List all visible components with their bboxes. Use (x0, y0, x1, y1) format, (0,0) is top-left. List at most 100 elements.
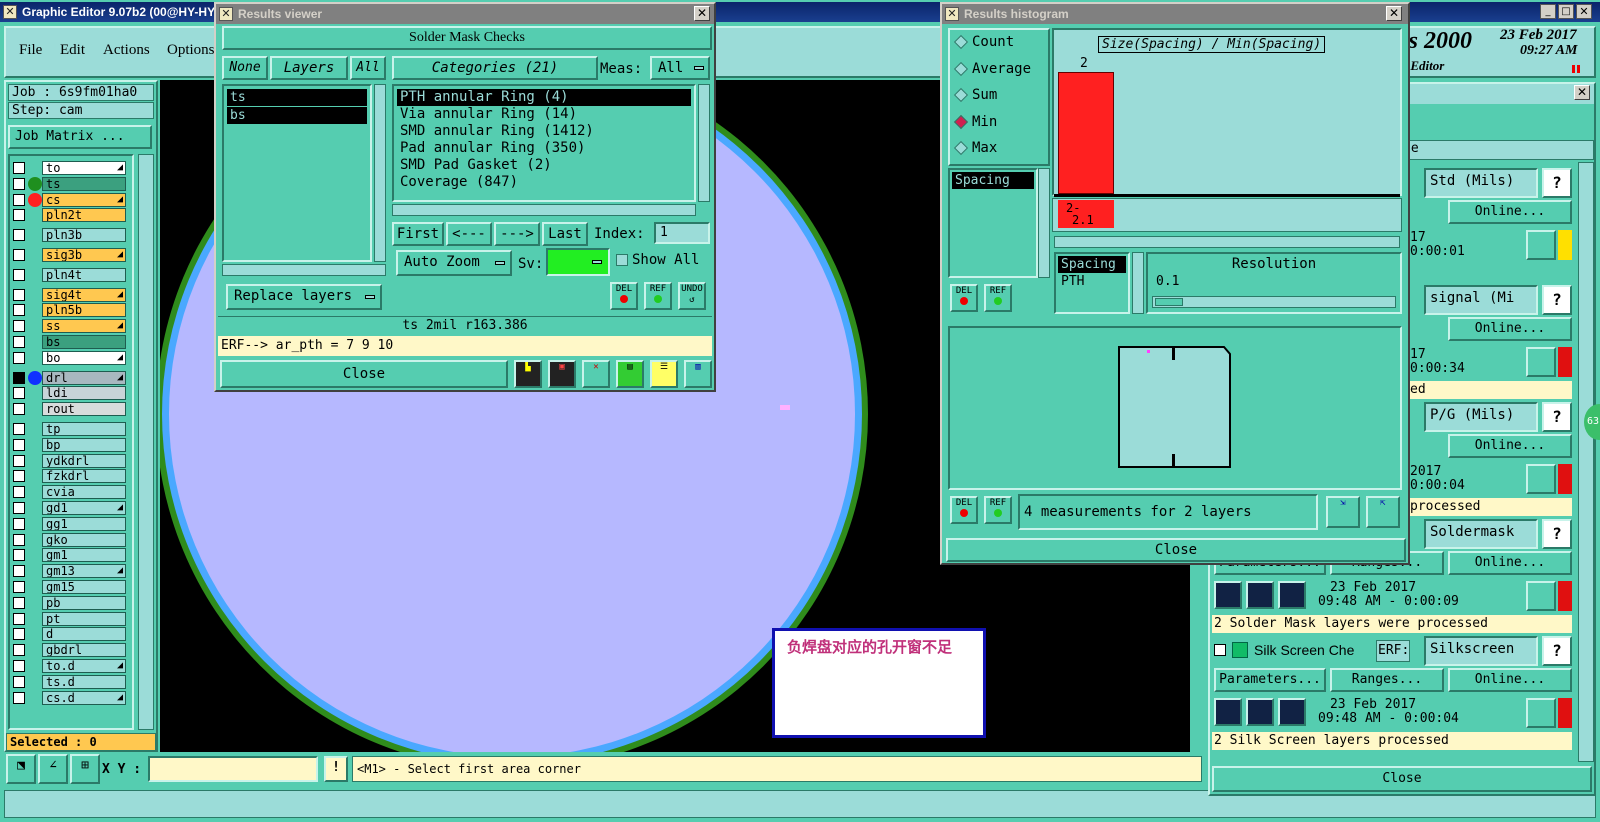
rv-undo-icon[interactable]: UNDO ↺ (678, 282, 706, 310)
run-icon[interactable] (1214, 581, 1242, 609)
hist-option-label[interactable]: Max (972, 140, 997, 156)
hist-ref-icon-2[interactable]: REF (984, 496, 1012, 524)
rv-tool-icon-3[interactable]: ✕ (582, 360, 610, 388)
layer-checkbox[interactable] (13, 581, 25, 593)
grid-icon[interactable]: ⊞ (70, 754, 100, 784)
rv-close-button[interactable]: Close (220, 360, 508, 388)
zoom-results-icon[interactable] (1526, 230, 1556, 260)
hist-import-icon[interactable]: ⇱ (1366, 496, 1400, 528)
checklist-close-button[interactable]: Close (1212, 766, 1592, 792)
help-icon[interactable]: ? (1542, 636, 1572, 666)
hist-resolution-slider[interactable] (1152, 296, 1396, 308)
run-icon[interactable] (1214, 698, 1242, 726)
hist-close-button[interactable]: Close (946, 538, 1406, 562)
layer-item[interactable]: bo (42, 350, 126, 365)
layer-item[interactable]: pln5b (42, 303, 126, 318)
hist-meas2-item[interactable]: PTH (1058, 273, 1126, 290)
help-icon[interactable]: ? (1542, 402, 1572, 432)
online-button[interactable]: Online... (1448, 668, 1572, 692)
hist-option-label[interactable]: Average (972, 61, 1031, 77)
layer-item[interactable]: to (42, 161, 126, 175)
hist-option-label[interactable]: Sum (972, 87, 997, 103)
menu-edit[interactable]: Edit (60, 42, 85, 59)
hist-bar[interactable] (1058, 72, 1114, 194)
hist-range-box[interactable]: 2- 2.1 (1058, 200, 1114, 228)
layer-item[interactable]: gm1 (42, 548, 126, 563)
hist-resolution-slider-thumb[interactable] (1155, 298, 1183, 306)
histogram-title-bar[interactable]: ✕ Results histogram (942, 4, 1408, 24)
rv-histogram-icon[interactable]: ▥ (684, 360, 712, 388)
layer-item[interactable]: gg1 (42, 516, 126, 531)
layer-item[interactable]: gm13 (42, 564, 126, 579)
rv-category-item[interactable]: SMD Pad Gasket (2) (397, 157, 691, 174)
layer-item[interactable]: fzkdrl (42, 469, 126, 484)
rv-category-item[interactable]: Pad annular Ring (350) (397, 140, 691, 157)
checklist-scrollbar[interactable] (1578, 162, 1594, 762)
layer-checkbox[interactable] (13, 387, 25, 400)
help-icon[interactable]: ? (1542, 285, 1572, 315)
erf-field[interactable]: P/G (Mils) (1424, 402, 1538, 432)
layer-item[interactable]: d (42, 627, 126, 642)
erf-field[interactable]: Soldermask (1424, 519, 1538, 549)
checklist-close-icon[interactable]: ✕ (1574, 85, 1590, 100)
rv-auto-zoom-button[interactable]: Auto Zoom (396, 250, 512, 276)
erf-field[interactable]: Std (Mils) (1424, 168, 1538, 198)
layer-item[interactable]: drl (42, 370, 126, 385)
zoom-area-icon[interactable]: ⬔ (6, 754, 36, 784)
hist-option-label[interactable]: Count (972, 34, 1014, 50)
hist-close-icon[interactable]: ✕ (1386, 6, 1402, 21)
layer-checkbox[interactable] (13, 517, 25, 530)
layer-checkbox[interactable] (13, 549, 25, 562)
layer-checkbox[interactable] (13, 612, 25, 625)
layer-checkbox[interactable] (13, 351, 25, 364)
layer-checkbox[interactable] (13, 268, 25, 281)
layer-item[interactable]: rout (42, 402, 126, 417)
hist-meas-list-2[interactable]: Spacing PTH (1054, 252, 1130, 314)
layer-item[interactable]: bp (42, 437, 126, 452)
layer-checkbox[interactable] (13, 193, 25, 206)
layer-item[interactable]: ldi (42, 386, 126, 401)
layer-item[interactable]: pt (42, 611, 126, 626)
rv-index-input[interactable]: 1 (654, 222, 710, 244)
layer-item[interactable]: sig4t (42, 287, 126, 302)
layer-item[interactable]: ts (42, 176, 126, 191)
hist-del-icon[interactable]: DEL (950, 284, 978, 312)
layer-checkbox[interactable] (13, 371, 25, 384)
layer-item[interactable]: sig3b (42, 248, 126, 262)
layer-checkbox[interactable] (13, 533, 25, 546)
rv-category-item[interactable]: PTH annular Ring (4) (397, 89, 691, 106)
layer-item[interactable]: bs (42, 335, 126, 349)
layer-checkbox[interactable] (13, 162, 25, 174)
rv-prev-button[interactable]: <--- (446, 222, 492, 246)
layer-item[interactable]: pln3b (42, 228, 126, 243)
run-icon[interactable] (1278, 581, 1306, 609)
run-icon[interactable] (1246, 581, 1274, 609)
alert-icon[interactable]: ! (324, 756, 348, 782)
hist-measure-vscroll[interactable] (1038, 168, 1050, 278)
rv-none-button[interactable]: None (222, 56, 268, 80)
help-icon[interactable]: ? (1542, 519, 1572, 549)
layer-checkbox[interactable] (13, 304, 25, 317)
layer-item[interactable]: pln2t (42, 208, 126, 223)
online-button[interactable]: Online... (1448, 434, 1572, 458)
hist-ref-icon[interactable]: REF (984, 284, 1012, 312)
rv-layer-item[interactable]: ts (227, 89, 367, 106)
rv-category-list[interactable]: PTH annular Ring (4) Via annular Ring (1… (392, 84, 696, 202)
rv-layers-button[interactable]: Layers (270, 56, 348, 80)
erf-field[interactable]: Silkscreen (1424, 636, 1538, 666)
layer-checkbox[interactable] (13, 403, 25, 416)
layer-item[interactable]: cvia (42, 485, 126, 500)
rv-category-item[interactable]: SMD annular Ring (1412) (397, 123, 691, 140)
rv-layer-list[interactable]: ts bs (222, 84, 372, 262)
layer-item[interactable]: gko (42, 532, 126, 547)
zoom-results-icon[interactable] (1526, 581, 1556, 611)
layer-checkbox[interactable] (13, 320, 25, 333)
menu-file[interactable]: File (19, 42, 42, 59)
hist-measure-item[interactable]: Spacing (952, 172, 1034, 189)
zoom-results-icon[interactable] (1526, 464, 1556, 494)
close-icon[interactable]: ✕ (1576, 4, 1592, 19)
maximize-icon[interactable]: □ (1558, 4, 1574, 19)
layer-item[interactable]: to.d (42, 659, 126, 673)
measure-icon[interactable]: ∠ (38, 754, 68, 784)
rv-report-icon[interactable]: ☰ (650, 360, 678, 388)
